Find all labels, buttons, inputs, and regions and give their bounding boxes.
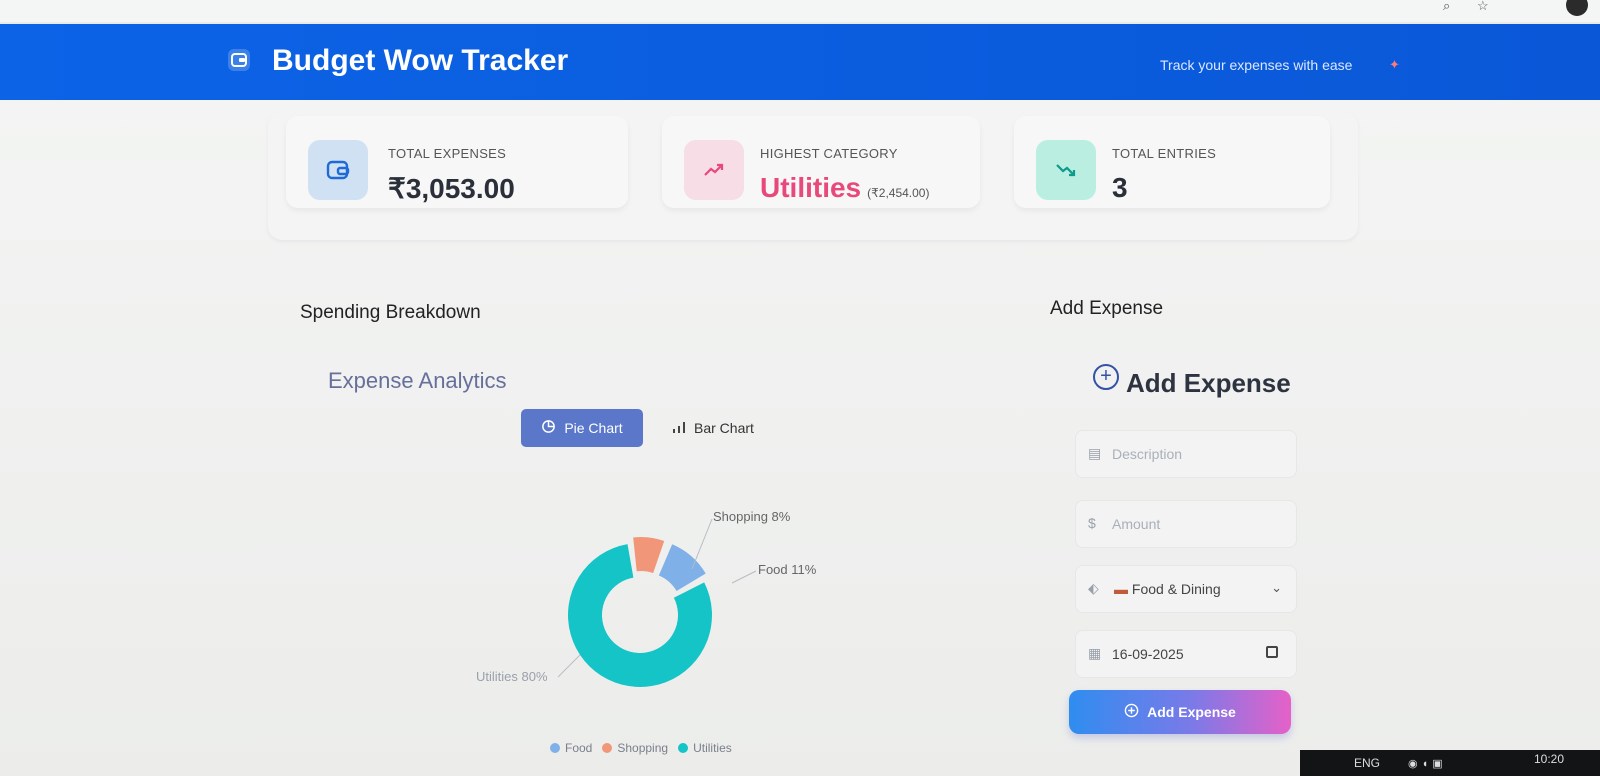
slice-label-food: Food 11% [758, 562, 817, 577]
stat-total-entries: TOTAL ENTRIES 3 [1014, 116, 1330, 208]
wallet-icon [228, 49, 250, 71]
category-value: ▬ Food & Dining [1114, 581, 1221, 597]
tag-icon: ⬖ [1088, 580, 1099, 596]
stat-value: Utilities (₹2,454.00) [760, 172, 929, 204]
highest-category-amount: (₹2,454.00) [867, 186, 930, 200]
calendar-icon: ▦ [1088, 645, 1102, 661]
plus-circle-icon: + [1093, 364, 1119, 390]
tab-pie-chart[interactable]: Pie Chart [521, 409, 643, 447]
plus-circle-icon [1124, 703, 1139, 721]
date-field[interactable]: ▦ 16-09-2025 [1075, 630, 1297, 678]
form-title: Add Expense [1126, 368, 1291, 398]
stat-highest-category: HIGHEST CATEGORY Utilities (₹2,454.00) [662, 116, 980, 208]
language-indicator[interactable]: ENG [1354, 756, 1380, 770]
document-icon: ▤ [1088, 445, 1102, 461]
slice-leader-line [557, 654, 581, 678]
pie-slice-shopping[interactable] [633, 537, 665, 574]
system-taskbar: ENG ◉◖▣ 10:20 [1300, 750, 1600, 776]
chevron-down-icon: ⌄ [1271, 580, 1282, 595]
legend-item-utilities[interactable]: Utilities [678, 741, 732, 755]
bar-chart-icon [672, 420, 686, 437]
chart-legend: Food Shopping Utilities [550, 741, 732, 755]
spending-breakdown-title: Spending Breakdown [300, 302, 481, 323]
tagline: Track your expenses with ease [1160, 57, 1353, 73]
sparkle-icon: ✦ [1389, 57, 1400, 72]
slice-label-utilities: Utilities 80% [476, 669, 548, 684]
slice-label-shopping: Shopping 8% [713, 509, 791, 524]
legend-item-shopping[interactable]: Shopping [602, 741, 668, 755]
dollar-icon: $ [1088, 515, 1096, 531]
stat-value: ₹3,053.00 [388, 173, 515, 204]
description-input[interactable] [1112, 431, 1292, 477]
date-picker-icon[interactable] [1266, 646, 1278, 658]
stat-label: TOTAL EXPENSES [388, 146, 507, 161]
search-icon[interactable]: ⌕ [1443, 0, 1457, 14]
analytics-title: Expense Analytics [328, 368, 507, 393]
slice-leader-line [691, 518, 713, 570]
tab-label: Bar Chart [694, 420, 754, 436]
slice-leader-line [731, 570, 757, 584]
add-expense-section-title: Add Expense [1050, 298, 1164, 319]
trend-up-icon [684, 140, 744, 200]
stat-label: HIGHEST CATEGORY [760, 146, 898, 161]
clock[interactable]: 10:20 [1534, 752, 1564, 766]
highest-category-name: Utilities [760, 172, 862, 203]
browser-toolbar: ⌕ ☆ [0, 0, 1600, 22]
main-content: TOTAL EXPENSES ₹3,053.00 HIGHEST CATEGOR… [0, 100, 1600, 776]
app-title: Budget Wow Tracker [272, 44, 569, 77]
star-icon[interactable]: ☆ [1477, 0, 1491, 14]
stat-total-expenses: TOTAL EXPENSES ₹3,053.00 [286, 116, 628, 208]
category-select[interactable]: ⬖ ▬ Food & Dining ⌄ [1075, 565, 1297, 613]
food-icon: ▬ [1114, 581, 1128, 597]
add-expense-button-label: Add Expense [1147, 704, 1236, 720]
date-value: 16-09-2025 [1112, 646, 1184, 662]
stat-value: 3 [1112, 172, 1128, 203]
amount-field[interactable]: $ [1075, 500, 1297, 548]
stat-label: TOTAL ENTRIES [1112, 146, 1217, 161]
app-header: Budget Wow Tracker Track your expenses w… [0, 24, 1600, 100]
tab-bar-chart[interactable]: Bar Chart [672, 409, 782, 447]
system-tray-icons[interactable]: ◉◖▣ [1408, 757, 1447, 770]
pie-chart-icon [541, 419, 556, 437]
pie-chart: Shopping 8% Food 11% Utilities 80% [470, 505, 816, 715]
add-expense-button[interactable]: Add Expense [1069, 690, 1291, 734]
wallet-icon [308, 140, 368, 200]
description-field[interactable]: ▤ [1075, 430, 1297, 478]
legend-item-food[interactable]: Food [550, 741, 592, 755]
trend-down-icon [1036, 140, 1096, 200]
stats-row: TOTAL EXPENSES ₹3,053.00 HIGHEST CATEGOR… [268, 112, 1358, 240]
amount-input[interactable] [1112, 501, 1292, 547]
avatar[interactable] [1566, 0, 1588, 16]
tab-label: Pie Chart [564, 420, 623, 436]
